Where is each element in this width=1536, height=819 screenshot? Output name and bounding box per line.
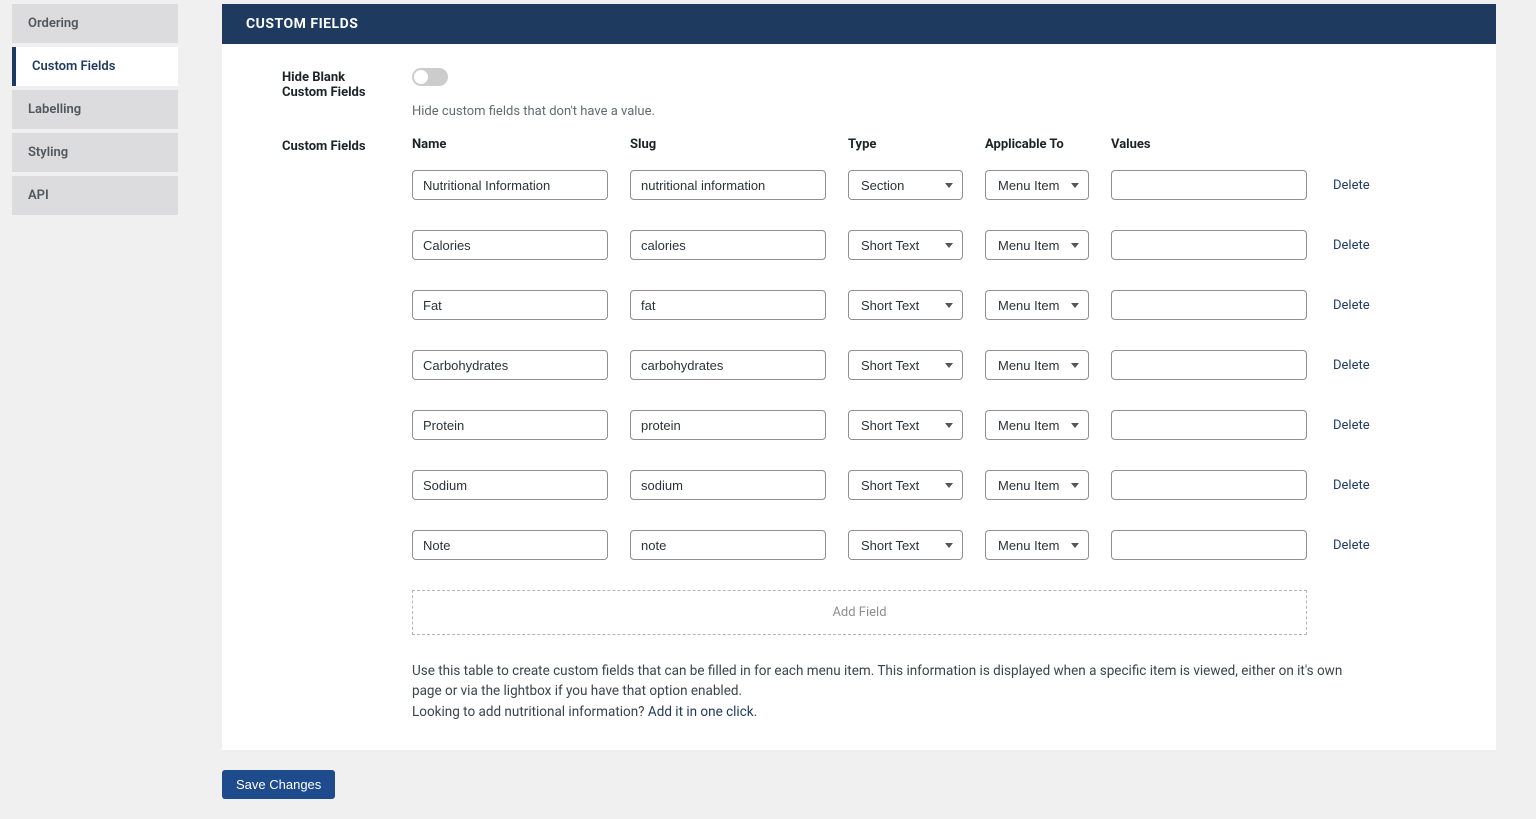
delete-link[interactable]: Delete: [1329, 358, 1379, 373]
slug-input[interactable]: [630, 410, 826, 440]
name-input[interactable]: [412, 530, 608, 560]
slug-input[interactable]: [630, 350, 826, 380]
add-field-button[interactable]: Add Field: [412, 590, 1307, 635]
hide-blank-label: Hide Blank Custom Fields: [282, 68, 412, 119]
header-slug: Slug: [630, 137, 826, 152]
sidebar-item-ordering[interactable]: Ordering: [12, 4, 178, 43]
values-input[interactable]: [1111, 230, 1307, 260]
values-input[interactable]: [1111, 470, 1307, 500]
slug-input[interactable]: [630, 470, 826, 500]
type-select[interactable]: SectionShort Text: [848, 230, 963, 260]
delete-link[interactable]: Delete: [1329, 238, 1379, 253]
applicable-select[interactable]: Menu Item: [985, 290, 1089, 320]
custom-fields-label: Custom Fields: [282, 137, 412, 722]
values-input[interactable]: [1111, 530, 1307, 560]
sidebar: Ordering Custom Fields Labelling Styling…: [0, 0, 178, 819]
save-changes-button[interactable]: Save Changes: [222, 770, 335, 799]
name-input[interactable]: [412, 290, 608, 320]
header-applicable: Applicable To: [985, 137, 1089, 152]
field-row: SectionShort Text Menu Item Delete: [412, 170, 1456, 200]
slug-input[interactable]: [630, 530, 826, 560]
name-input[interactable]: [412, 230, 608, 260]
name-input[interactable]: [412, 470, 608, 500]
slug-input[interactable]: [630, 290, 826, 320]
delete-link[interactable]: Delete: [1329, 178, 1379, 193]
applicable-select[interactable]: Menu Item: [985, 170, 1089, 200]
applicable-select[interactable]: Menu Item: [985, 230, 1089, 260]
type-select[interactable]: SectionShort Text: [848, 410, 963, 440]
sidebar-item-styling[interactable]: Styling: [12, 133, 178, 172]
type-select[interactable]: SectionShort Text: [848, 470, 963, 500]
sidebar-item-labelling[interactable]: Labelling: [12, 90, 178, 129]
slug-input[interactable]: [630, 230, 826, 260]
type-select[interactable]: SectionShort Text: [848, 350, 963, 380]
type-select[interactable]: SectionShort Text: [848, 170, 963, 200]
values-input[interactable]: [1111, 410, 1307, 440]
values-input[interactable]: [1111, 170, 1307, 200]
header-name: Name: [412, 137, 608, 152]
custom-fields-panel: CUSTOM FIELDS Hide Blank Custom Fields H…: [222, 4, 1496, 750]
delete-link[interactable]: Delete: [1329, 538, 1379, 553]
delete-link[interactable]: Delete: [1329, 418, 1379, 433]
sidebar-item-custom-fields[interactable]: Custom Fields: [12, 47, 178, 86]
header-values: Values: [1111, 137, 1307, 152]
field-row: SectionShort Text Menu Item Delete: [412, 410, 1456, 440]
type-select[interactable]: SectionShort Text: [848, 530, 963, 560]
header-type: Type: [848, 137, 963, 152]
main-content: CUSTOM FIELDS Hide Blank Custom Fields H…: [178, 0, 1536, 819]
add-nutritional-link[interactable]: Add it in one click: [648, 704, 754, 720]
delete-link[interactable]: Delete: [1329, 298, 1379, 313]
applicable-select[interactable]: Menu Item: [985, 530, 1089, 560]
field-row: SectionShort Text Menu Item Delete: [412, 350, 1456, 380]
description-text: Use this table to create custom fields t…: [412, 661, 1372, 722]
values-input[interactable]: [1111, 350, 1307, 380]
delete-link[interactable]: Delete: [1329, 478, 1379, 493]
fields-header: Name Slug Type Applicable To Values: [412, 137, 1456, 152]
name-input[interactable]: [412, 410, 608, 440]
slug-input[interactable]: [630, 170, 826, 200]
applicable-select[interactable]: Menu Item: [985, 470, 1089, 500]
field-row: SectionShort Text Menu Item Delete: [412, 530, 1456, 560]
hide-blank-help: Hide custom fields that don't have a val…: [412, 104, 1456, 119]
panel-title: CUSTOM FIELDS: [222, 4, 1496, 44]
field-row: SectionShort Text Menu Item Delete: [412, 470, 1456, 500]
type-select[interactable]: SectionShort Text: [848, 290, 963, 320]
field-row: SectionShort Text Menu Item Delete: [412, 230, 1456, 260]
name-input[interactable]: [412, 350, 608, 380]
values-input[interactable]: [1111, 290, 1307, 320]
applicable-select[interactable]: Menu Item: [985, 350, 1089, 380]
field-row: SectionShort Text Menu Item Delete: [412, 290, 1456, 320]
applicable-select[interactable]: Menu Item: [985, 410, 1089, 440]
hide-blank-toggle[interactable]: [412, 68, 448, 86]
name-input[interactable]: [412, 170, 608, 200]
sidebar-item-api[interactable]: API: [12, 176, 178, 215]
